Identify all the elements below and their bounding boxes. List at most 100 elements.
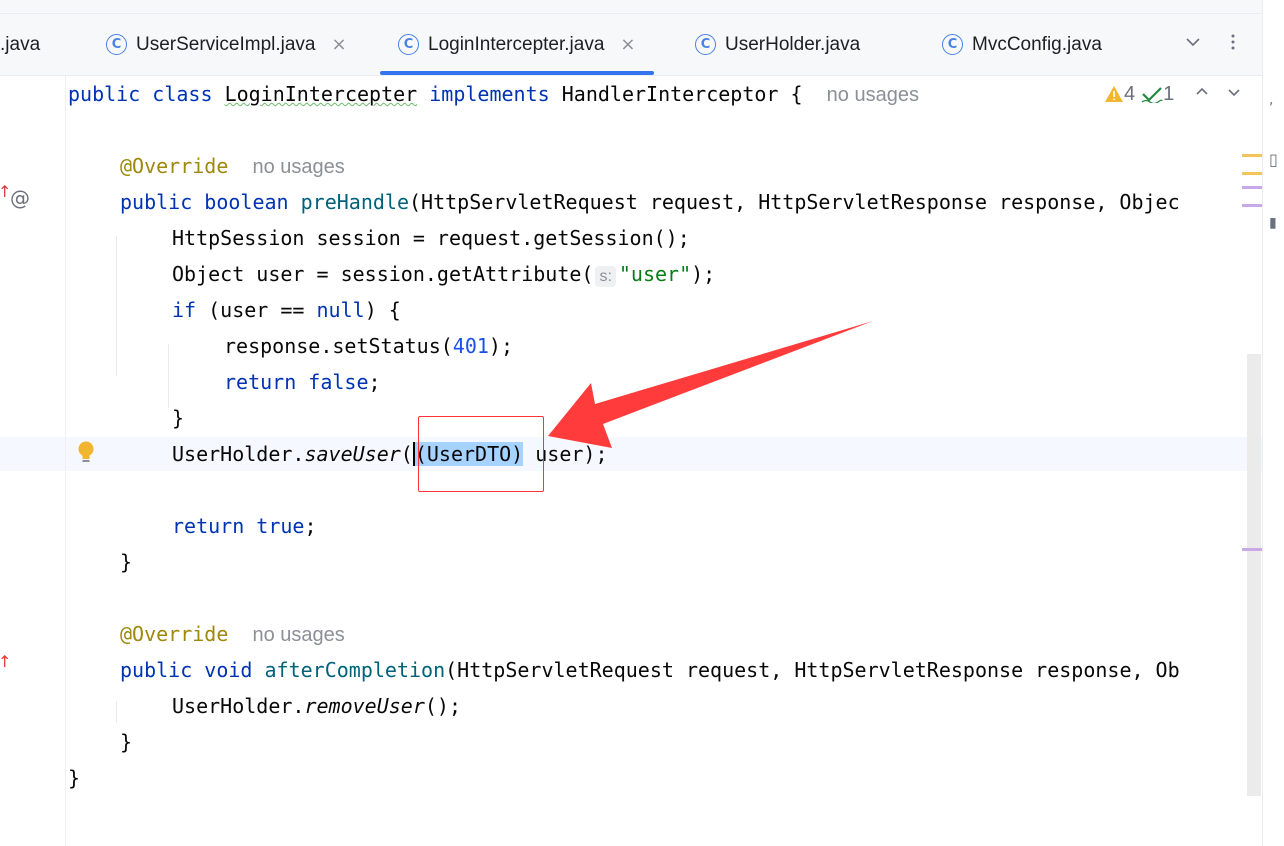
right-tool-strip: , ▯ ▮ (1262, 0, 1284, 846)
code-text: (user == (196, 298, 317, 322)
number-literal: 401 (452, 334, 489, 358)
indent-guide (116, 236, 117, 376)
weak-warning-check-icon (1141, 87, 1163, 103)
implementation-at-icon[interactable]: @ (10, 186, 30, 210)
tab-mvcconfig[interactable]: C MvcConfig.java (942, 14, 1102, 75)
code-editor[interactable]: public class LoginIntercepter implements… (0, 76, 1262, 846)
string-literal: "user" (618, 262, 692, 286)
tab-label: UserHolder.java (725, 33, 861, 55)
interface-name: HandlerInterceptor (561, 82, 779, 106)
chevron-up-icon[interactable] (1194, 83, 1210, 106)
parameters: (HttpServletRequest request, HttpServlet… (445, 658, 1180, 682)
close-icon[interactable]: × (332, 34, 347, 55)
method-call: saveUser (304, 442, 401, 466)
tab-userholder[interactable]: C UserHolder.java (695, 14, 860, 75)
keyword: return (172, 514, 245, 538)
class-icon: C (695, 34, 716, 55)
override-marker-icon[interactable]: ↑ (0, 652, 11, 671)
code-text: UserHolder. (172, 442, 305, 466)
more-vertical-icon[interactable] (1224, 33, 1242, 56)
chevron-down-icon[interactable] (1226, 83, 1242, 106)
code-text: ); (488, 334, 513, 358)
code-text: (); (424, 694, 461, 718)
code-line-set-status[interactable]: response.setStatus(401); (224, 328, 513, 364)
usages-hint[interactable]: no usages (252, 156, 344, 178)
keyword: public (68, 82, 141, 106)
tab-label: UserServiceImpl.java (136, 33, 316, 55)
warning-icon (1105, 86, 1123, 102)
code-line-session[interactable]: HttpSession session = request.getSession… (172, 220, 690, 256)
close-icon[interactable]: × (620, 34, 635, 55)
warning-stripe[interactable] (1242, 154, 1262, 157)
parameters: (HttpServletRequest request, HttpServlet… (409, 190, 1180, 214)
keyword: implements (429, 82, 550, 106)
highlight-box (418, 416, 544, 492)
indent-guide (116, 701, 117, 723)
parameter-hint: s: (595, 266, 616, 287)
tab-label: LoginIntercepter.java (428, 33, 605, 55)
code-line-close-method[interactable]: } (120, 724, 132, 760)
code-text: ( (400, 442, 413, 466)
strip-mark-icon: ▮ (1269, 215, 1277, 231)
usage-stripe[interactable] (1242, 548, 1262, 551)
code-text: ) { (364, 298, 401, 322)
code-line-close-class[interactable]: } (68, 760, 80, 796)
indent-guide (168, 344, 169, 408)
code-line-close-method[interactable]: } (120, 544, 132, 580)
annotation: @Override (120, 622, 229, 646)
code-line-return-true[interactable]: return true; (172, 508, 317, 544)
code-text: UserHolder. (172, 694, 305, 718)
usage-stripe[interactable] (1242, 204, 1262, 207)
tab-loginintercepter[interactable]: C LoginIntercepter.java × (380, 14, 654, 75)
strip-mark-icon: , (1269, 92, 1274, 108)
brace: { (778, 82, 803, 106)
keyword: void (204, 658, 253, 682)
code-line-if[interactable]: if (user == null) { (172, 292, 401, 328)
warning-stripe[interactable] (1242, 172, 1262, 175)
annotation: @Override (120, 154, 229, 178)
code-text: response.setStatus( (224, 334, 453, 358)
class-icon: C (942, 34, 963, 55)
weak-warning-count: 1 (1163, 82, 1175, 105)
warning-count: 4 (1124, 82, 1136, 105)
code-line-get-attribute[interactable]: Object user = session.getAttribute(s: "us… (172, 256, 715, 292)
usage-stripe[interactable] (1242, 186, 1262, 189)
inspection-widget[interactable]: 4 1 (1104, 76, 1248, 112)
code-text: ; (304, 514, 317, 538)
keyword: public (120, 190, 193, 214)
method-name: afterCompletion (264, 658, 446, 682)
chevron-down-icon[interactable] (1184, 33, 1202, 56)
vertical-scrollbar[interactable] (1247, 354, 1261, 796)
usages-hint[interactable]: no usages (252, 624, 344, 646)
code-line-prehandle-signature[interactable]: public boolean preHandle(HttpServletRequ… (120, 184, 1180, 220)
window-top-strip (0, 0, 1262, 14)
code-line-return-false[interactable]: return false; (224, 364, 381, 400)
code-line-close-if[interactable]: } (172, 400, 184, 436)
code-text: ); (691, 262, 716, 286)
tab-label: .java (0, 33, 41, 55)
code-text: ; (368, 370, 381, 394)
class-icon: C (106, 34, 127, 55)
method-call: removeUser (304, 694, 425, 718)
keyword: null (316, 298, 365, 322)
method-name: preHandle (300, 190, 410, 214)
gutter-divider (65, 76, 66, 846)
code-line-class-decl[interactable]: public class LoginIntercepter implements… (68, 76, 919, 112)
code-text: Object user = session.getAttribute( (172, 262, 594, 286)
strip-panel-icon[interactable]: ▯ (1269, 150, 1278, 169)
code-line-override[interactable]: @Override no usages (120, 616, 345, 652)
keyword: boolean (204, 190, 289, 214)
keyword: false (308, 370, 369, 394)
active-tab-indicator (380, 71, 654, 75)
keyword: public (120, 658, 193, 682)
code-line-remove-user[interactable]: UserHolder.removeUser(); (172, 688, 461, 724)
keyword: return (224, 370, 297, 394)
editor-tab-bar: .java C UserServiceImpl.java × C LoginIn… (0, 14, 1262, 76)
usages-hint[interactable]: no usages (827, 84, 919, 106)
code-line-override[interactable]: @Override no usages (120, 148, 345, 184)
tab-userserviceimpl[interactable]: C UserServiceImpl.java × (106, 14, 347, 75)
intention-bulb-icon[interactable] (76, 440, 96, 470)
keyword: true (256, 514, 305, 538)
tab-partial-java[interactable]: .java (0, 14, 40, 75)
code-line-aftercompletion-signature[interactable]: public void afterCompletion(HttpServletR… (120, 652, 1180, 688)
